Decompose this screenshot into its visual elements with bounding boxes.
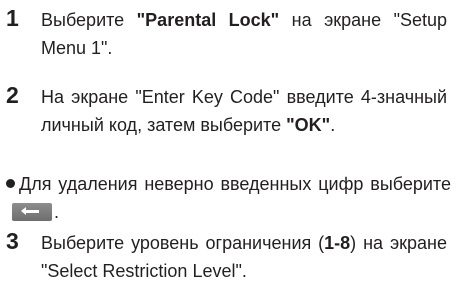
step-text-bold: "OK"	[286, 115, 331, 135]
step-text-bold: 1-8	[324, 233, 351, 253]
note-text: Для удаления неверно введенных цифр выбе…	[19, 174, 451, 194]
step-number: 2	[6, 82, 19, 108]
step-number: 3	[6, 228, 19, 254]
step-number: 1	[6, 5, 19, 31]
note-bullet: Для удаления неверно введенных цифр выбе…	[6, 170, 451, 226]
back-arrow-icon	[12, 203, 52, 221]
step-text-pre: На экране "Enter Key Code" введите 4-зна…	[41, 87, 447, 135]
step-text-pre: Выберите уровень ограничения (	[41, 233, 325, 253]
bullet-dot	[6, 179, 15, 188]
step-text-post: .	[330, 115, 336, 135]
instruction-page: 1 Выберите "Parental Lock" на экране "Se…	[0, 0, 455, 291]
arrow-shape	[21, 207, 39, 215]
step-text: Выберите "Parental Lock" на экране "Setu…	[41, 6, 447, 62]
step-text-bold: "Parental Lock"	[136, 10, 280, 30]
step-text-pre: Выберите	[41, 10, 137, 30]
note-end: .	[54, 202, 60, 222]
step-text: Выберите уровень ограничения (1-8) на эк…	[41, 229, 447, 285]
step-text: На экране "Enter Key Code" введите 4-зна…	[41, 83, 447, 139]
